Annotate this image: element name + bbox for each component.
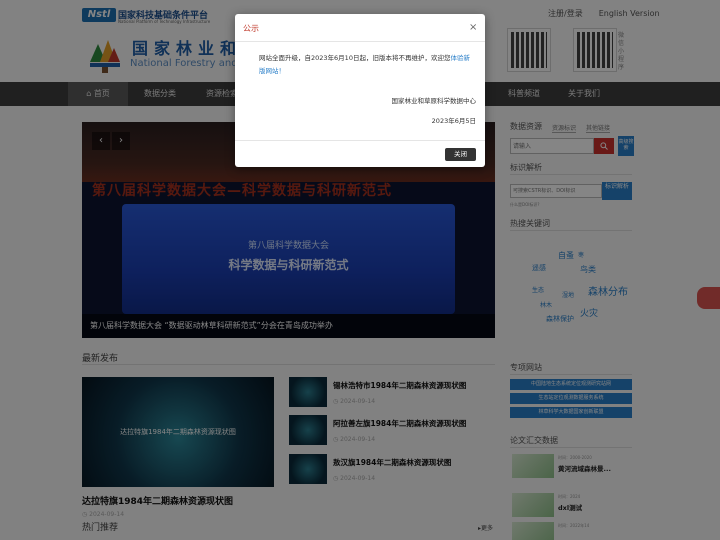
close-button[interactable]: 关闭 [445, 148, 476, 161]
notice-modal: 公示 × 网站全面升级，自2023年6月10日起，旧版本将不再维护，欢迎您体验新… [235, 14, 485, 167]
notice-date: 2023年6月5日 [431, 117, 476, 125]
notice-organization: 国家林业和草原科学数据中心 [391, 97, 477, 105]
close-icon[interactable]: × [469, 22, 477, 33]
modal-header: 公示 × [235, 14, 485, 42]
notice-text: 网站全面升级，自2023年6月10日起，旧版本将不再维护，欢迎您体验新版网站！ [259, 52, 475, 78]
modal-title: 公示 [243, 24, 259, 33]
notice-message: 网站全面升级，自2023年6月10日起，旧版本将不再维护，欢迎您 [259, 54, 451, 62]
modal-body: 网站全面升级，自2023年6月10日起，旧版本将不再维护，欢迎您体验新版网站！ … [235, 42, 485, 140]
modal-footer: 关闭 [235, 140, 485, 167]
